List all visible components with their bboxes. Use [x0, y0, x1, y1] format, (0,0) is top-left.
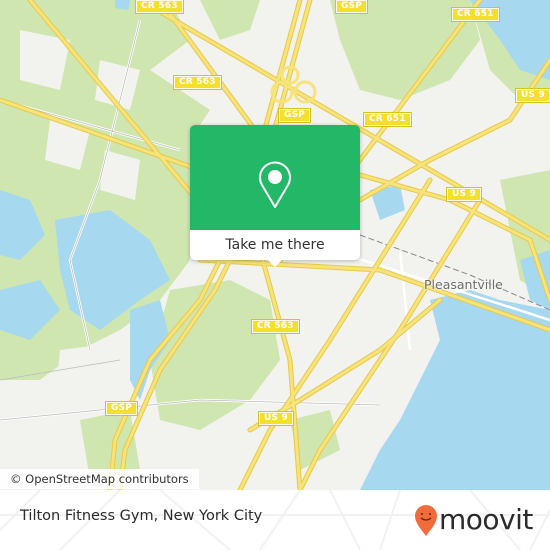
place-name: Tilton Fitness Gym, New York City [20, 508, 263, 524]
footer-bar: Tilton Fitness Gym, New York City moovit [0, 490, 550, 550]
shield-gsp-south: GSP [104, 401, 139, 416]
shield-us9-south: US 9 [258, 411, 294, 426]
shield-cr563-mid: CR 563 [173, 75, 222, 90]
shield-cr563-south: CR 563 [251, 319, 300, 334]
shield-gsp-north: GSP [334, 0, 369, 14]
map-attribution[interactable]: © OpenStreetMap contributors [0, 469, 199, 489]
place-label-pleasantville: Pleasantville [424, 277, 503, 292]
moovit-pin-icon [415, 505, 437, 536]
map-pin-icon [259, 161, 291, 208]
shield-us9-east: US 9 [446, 187, 482, 202]
popup-pointer [267, 259, 283, 267]
shield-us9-northeast: US 9 [515, 88, 550, 103]
shield-gsp-center: GSP [277, 108, 312, 123]
shield-cr563-north: CR 563 [135, 0, 184, 14]
shield-cr651-north: CR 651 [451, 7, 500, 22]
location-popup[interactable]: Take me there [190, 125, 360, 267]
popup-header [190, 125, 360, 230]
map-view[interactable]: CR 563 GSP CR 651 CR 563 US 9 GSP CR 651… [0, 0, 550, 490]
take-me-there-button[interactable]: Take me there [190, 230, 360, 260]
moovit-wordmark: moovit [439, 503, 533, 536]
shield-cr651-center: CR 651 [363, 112, 412, 127]
